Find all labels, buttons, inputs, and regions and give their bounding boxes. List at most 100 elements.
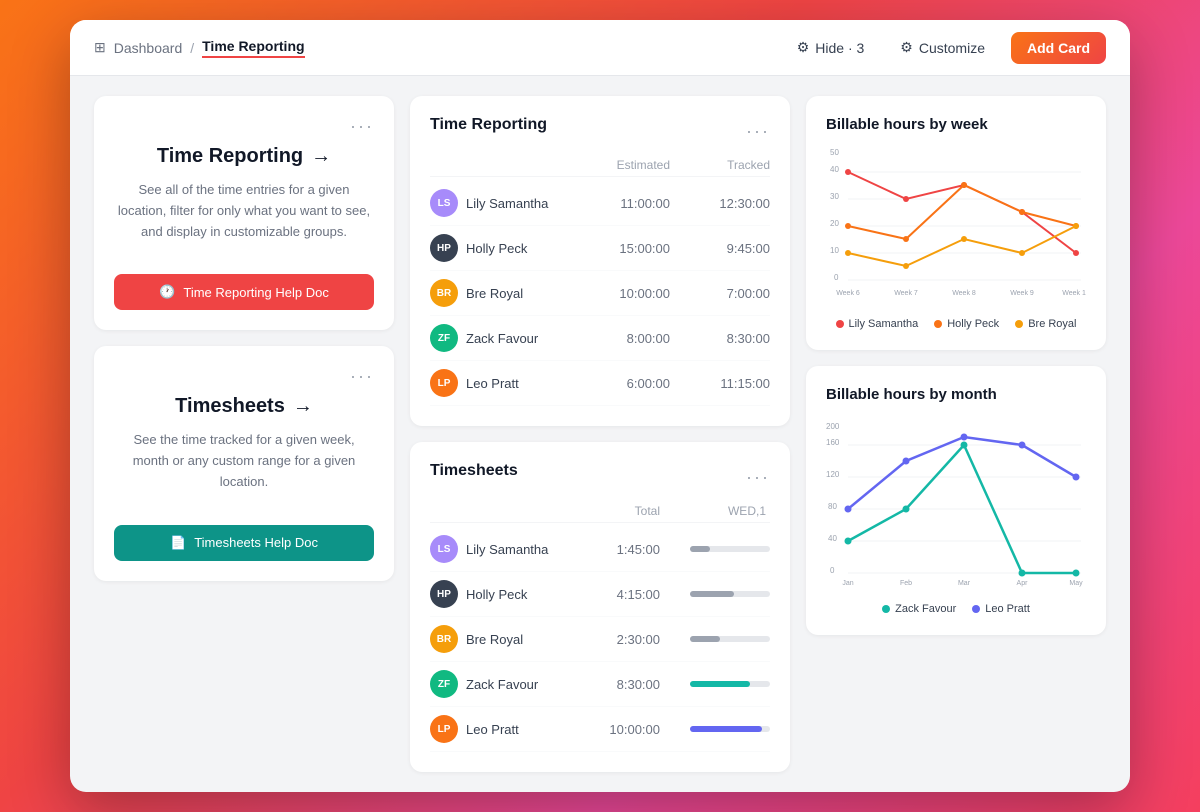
timesheets-table-header: Total WED,1 [430, 500, 770, 523]
add-card-button[interactable]: Add Card [1011, 32, 1106, 64]
row-name: LP Leo Pratt [430, 715, 570, 743]
person-name: Bre Royal [466, 286, 523, 301]
bar-cell [660, 726, 770, 732]
estimated-value: 10:00:00 [570, 286, 670, 301]
timesheets-card-desc: See the time tracked for a given week, m… [114, 430, 374, 492]
svg-text:Week 9: Week 9 [1010, 290, 1034, 297]
hide-button[interactable]: ⚙ Hide · 3 [787, 33, 875, 62]
svg-text:20: 20 [830, 219, 839, 228]
tracked-value: 9:45:00 [670, 241, 770, 256]
total-header: Total [570, 504, 660, 518]
svg-text:80: 80 [828, 502, 837, 511]
bar-cell [660, 636, 770, 642]
progress-bar-fill [690, 636, 720, 642]
svg-text:40: 40 [830, 165, 839, 174]
bar-cell [660, 546, 770, 552]
svg-text:0: 0 [830, 566, 835, 575]
svg-text:Apr: Apr [1017, 580, 1029, 587]
table-row: LS Lily Samantha 11:00:00 12:30:00 [430, 181, 770, 226]
avatar: BR [430, 625, 458, 653]
arrow-icon-2: → [293, 395, 313, 418]
row-name: LS Lily Samantha [430, 535, 570, 563]
avatar: LS [430, 535, 458, 563]
person-name: Holly Peck [466, 241, 527, 256]
arrow-icon: → [311, 145, 331, 168]
breadcrumb-home[interactable]: Dashboard [114, 40, 183, 56]
time-reporting-table-header: Estimated Tracked [430, 154, 770, 177]
time-reporting-table-title: Time Reporting [430, 116, 547, 134]
weekly-chart-svg: 0 10 20 30 40 50 Week 6 Week 7 Week 8 [826, 145, 1086, 305]
customize-icon: ⚙ [900, 39, 913, 56]
timesheets-row: ZF Zack Favour 8:30:00 [430, 662, 770, 707]
timesheets-row: LS Lily Samantha 1:45:00 [430, 527, 770, 572]
time-reporting-menu-button[interactable]: ··· [350, 116, 374, 137]
weekly-chart-title: Billable hours by week [826, 116, 1086, 133]
timesheets-table-card: Timesheets ··· Total WED,1 LS Lily Saman… [410, 442, 790, 772]
monthly-chart-card: Billable hours by month 0 40 80 120 160 … [806, 366, 1106, 635]
avatar: LP [430, 369, 458, 397]
bar-cell [660, 681, 770, 687]
timesheets-table-title: Timesheets [430, 462, 518, 480]
row-name: BR Bre Royal [430, 279, 570, 307]
progress-bar-bg [690, 726, 770, 732]
middle-column: Time Reporting ··· Estimated Tracked LS … [410, 96, 790, 772]
time-reporting-rows: LS Lily Samantha 11:00:00 12:30:00 HP Ho… [430, 181, 770, 406]
svg-text:Week 8: Week 8 [952, 290, 976, 297]
avatar: HP [430, 234, 458, 262]
weekly-chart-card: Billable hours by week 0 10 20 30 40 50 [806, 96, 1106, 350]
timesheets-help-button[interactable]: 📄 Timesheets Help Doc [114, 525, 374, 561]
clock-icon: 🕐 [159, 284, 175, 300]
monthly-chart-svg: 0 40 80 120 160 200 Jan Feb Mar A [826, 415, 1086, 590]
timesheets-info-card: ··· Timesheets → See the time tracked fo… [94, 346, 394, 580]
svg-text:Feb: Feb [900, 580, 912, 587]
svg-text:Week 6: Week 6 [836, 290, 860, 297]
estimated-value: 15:00:00 [570, 241, 670, 256]
estimated-value: 6:00:00 [570, 376, 670, 391]
customize-button[interactable]: ⚙ Customize [890, 33, 995, 62]
breadcrumb-separator: / [190, 40, 194, 56]
person-name: Leo Pratt [466, 376, 519, 391]
dashboard-icon: ⊞ [94, 39, 106, 56]
time-reporting-card-title: Time Reporting → [114, 145, 374, 168]
legend-lily: Lily Samantha [836, 318, 919, 330]
tracked-header: Tracked [670, 158, 770, 172]
row-name: HP Holly Peck [430, 580, 570, 608]
breadcrumb: ⊞ Dashboard / Time Reporting [94, 38, 305, 58]
time-reporting-table-menu[interactable]: ··· [746, 121, 770, 142]
time-reporting-info-card: ··· Time Reporting → See all of the time… [94, 96, 394, 330]
breadcrumb-current: Time Reporting [202, 38, 304, 58]
monthly-chart-title: Billable hours by month [826, 386, 1086, 403]
avatar: LP [430, 715, 458, 743]
progress-bar-bg [690, 636, 770, 642]
svg-text:160: 160 [826, 438, 840, 447]
estimated-value: 8:00:00 [570, 331, 670, 346]
svg-text:Mar: Mar [958, 580, 971, 587]
timesheets-row: HP Holly Peck 4:15:00 [430, 572, 770, 617]
timesheets-menu-button[interactable]: ··· [350, 366, 374, 387]
content-area: ··· Time Reporting → See all of the time… [70, 76, 1130, 792]
wed-header: WED,1 [660, 504, 770, 518]
top-bar: ⊞ Dashboard / Time Reporting ⚙ Hide · 3 … [70, 20, 1130, 76]
monthly-chart-legend: Zack Favour Leo Pratt [826, 603, 1086, 615]
svg-text:Week 10: Week 10 [1062, 290, 1086, 297]
svg-text:50: 50 [830, 148, 839, 157]
table-row: HP Holly Peck 15:00:00 9:45:00 [430, 226, 770, 271]
timesheets-table-menu[interactable]: ··· [746, 467, 770, 488]
main-container: ⊞ Dashboard / Time Reporting ⚙ Hide · 3 … [70, 20, 1130, 792]
estimated-value: 11:00:00 [570, 196, 670, 211]
person-name: Zack Favour [466, 331, 538, 346]
time-reporting-card-desc: See all of the time entries for a given … [114, 180, 374, 242]
row-name: ZF Zack Favour [430, 324, 570, 352]
total-value: 2:30:00 [570, 632, 660, 647]
time-reporting-help-button[interactable]: 🕐 Time Reporting Help Doc [114, 274, 374, 310]
table-row: ZF Zack Favour 8:00:00 8:30:00 [430, 316, 770, 361]
progress-bar-bg [690, 681, 770, 687]
table-row: LP Leo Pratt 6:00:00 11:15:00 [430, 361, 770, 406]
progress-bar-bg [690, 546, 770, 552]
tracked-value: 11:15:00 [670, 376, 770, 391]
total-value: 10:00:00 [570, 722, 660, 737]
svg-text:Week 7: Week 7 [894, 290, 918, 297]
row-name: LP Leo Pratt [430, 369, 570, 397]
avatar: ZF [430, 670, 458, 698]
svg-text:30: 30 [830, 192, 839, 201]
